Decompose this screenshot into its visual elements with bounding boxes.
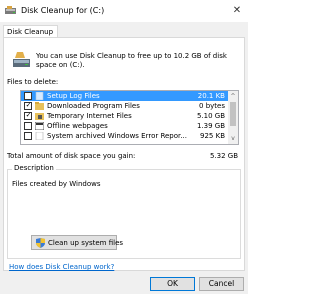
file-name: Offline webpages (47, 122, 108, 130)
file-size: 0 bytes (199, 102, 225, 110)
checkbox[interactable] (24, 122, 32, 130)
folder-icon (35, 102, 44, 110)
window-title: Disk Cleanup for (C:) (21, 6, 105, 15)
total-space-label: Total amount of disk space you gain: (7, 152, 136, 160)
file-name: Setup Log Files (47, 92, 100, 100)
file-icon (35, 92, 44, 100)
check-mark-icon: ✓ (25, 101, 32, 109)
close-button[interactable]: ✕ (226, 0, 248, 22)
cancel-button[interactable]: Cancel (199, 277, 244, 291)
description-text: Files created by Windows (12, 180, 101, 188)
shield-icon (36, 238, 45, 248)
checkbox[interactable]: ✓ (24, 101, 32, 110)
file-name: Temporary Internet Files (47, 112, 132, 120)
drive-cleanup-icon (13, 52, 30, 67)
list-item[interactable]: ✓ Temporary Internet Files 5.10 GB (21, 111, 229, 121)
list-scrollbar[interactable]: ^ v (228, 91, 238, 144)
clean-up-system-files-button[interactable]: Clean up system files (31, 235, 123, 250)
file-size: 20.1 KB (197, 92, 225, 100)
list-item[interactable]: Setup Log Files 20.1 KB (21, 91, 229, 101)
scroll-down-icon[interactable]: v (228, 134, 238, 143)
scroll-up-icon[interactable]: ^ (228, 92, 238, 101)
description-legend: Description (12, 164, 56, 172)
close-icon: ✕ (232, 5, 242, 16)
total-space-value: 5.32 GB (209, 152, 238, 160)
disk-cleanup-window: Disk Cleanup for (C:) ✕ Disk Cleanup You… (0, 0, 248, 294)
title-bar: Disk Cleanup for (C:) ✕ (0, 0, 248, 22)
file-size: 5.10 GB (196, 112, 225, 120)
ok-button[interactable]: OK (150, 277, 195, 291)
list-item[interactable]: Offline webpages 1.39 GB (21, 121, 229, 131)
file-name: System archived Windows Error Repor... (47, 132, 187, 140)
list-item[interactable]: ✓ Downloaded Program Files 0 bytes (21, 101, 229, 111)
checkbox[interactable]: ✓ (24, 111, 32, 120)
disk-cleanup-icon (5, 6, 16, 14)
list-item[interactable]: System archived Windows Error Repor... 9… (21, 131, 229, 141)
file-name: Downloaded Program Files (47, 102, 140, 110)
check-mark-icon: ✓ (25, 111, 32, 119)
files-to-delete-label: Files to delete: (7, 78, 59, 86)
checkbox[interactable] (24, 92, 32, 100)
clean-up-system-files-label: Clean up system files (48, 239, 124, 247)
scroll-thumb[interactable] (230, 102, 236, 126)
help-link[interactable]: How does Disk Cleanup work? (9, 263, 114, 271)
tab-strip: Disk Cleanup (0, 22, 248, 39)
checkbox[interactable] (24, 132, 32, 140)
lock-folder-icon (35, 113, 44, 120)
file-size: 1.39 GB (196, 122, 225, 130)
webpage-icon (35, 122, 44, 130)
tab-panel: You can use Disk Cleanup to free up to 1… (3, 37, 245, 271)
file-icon (35, 132, 44, 140)
files-to-delete-list[interactable]: Setup Log Files 20.1 KB ✓ Downloaded Pro… (20, 90, 239, 145)
file-size: 925 KB (200, 132, 225, 140)
intro-text: You can use Disk Cleanup to free up to 1… (36, 52, 227, 69)
